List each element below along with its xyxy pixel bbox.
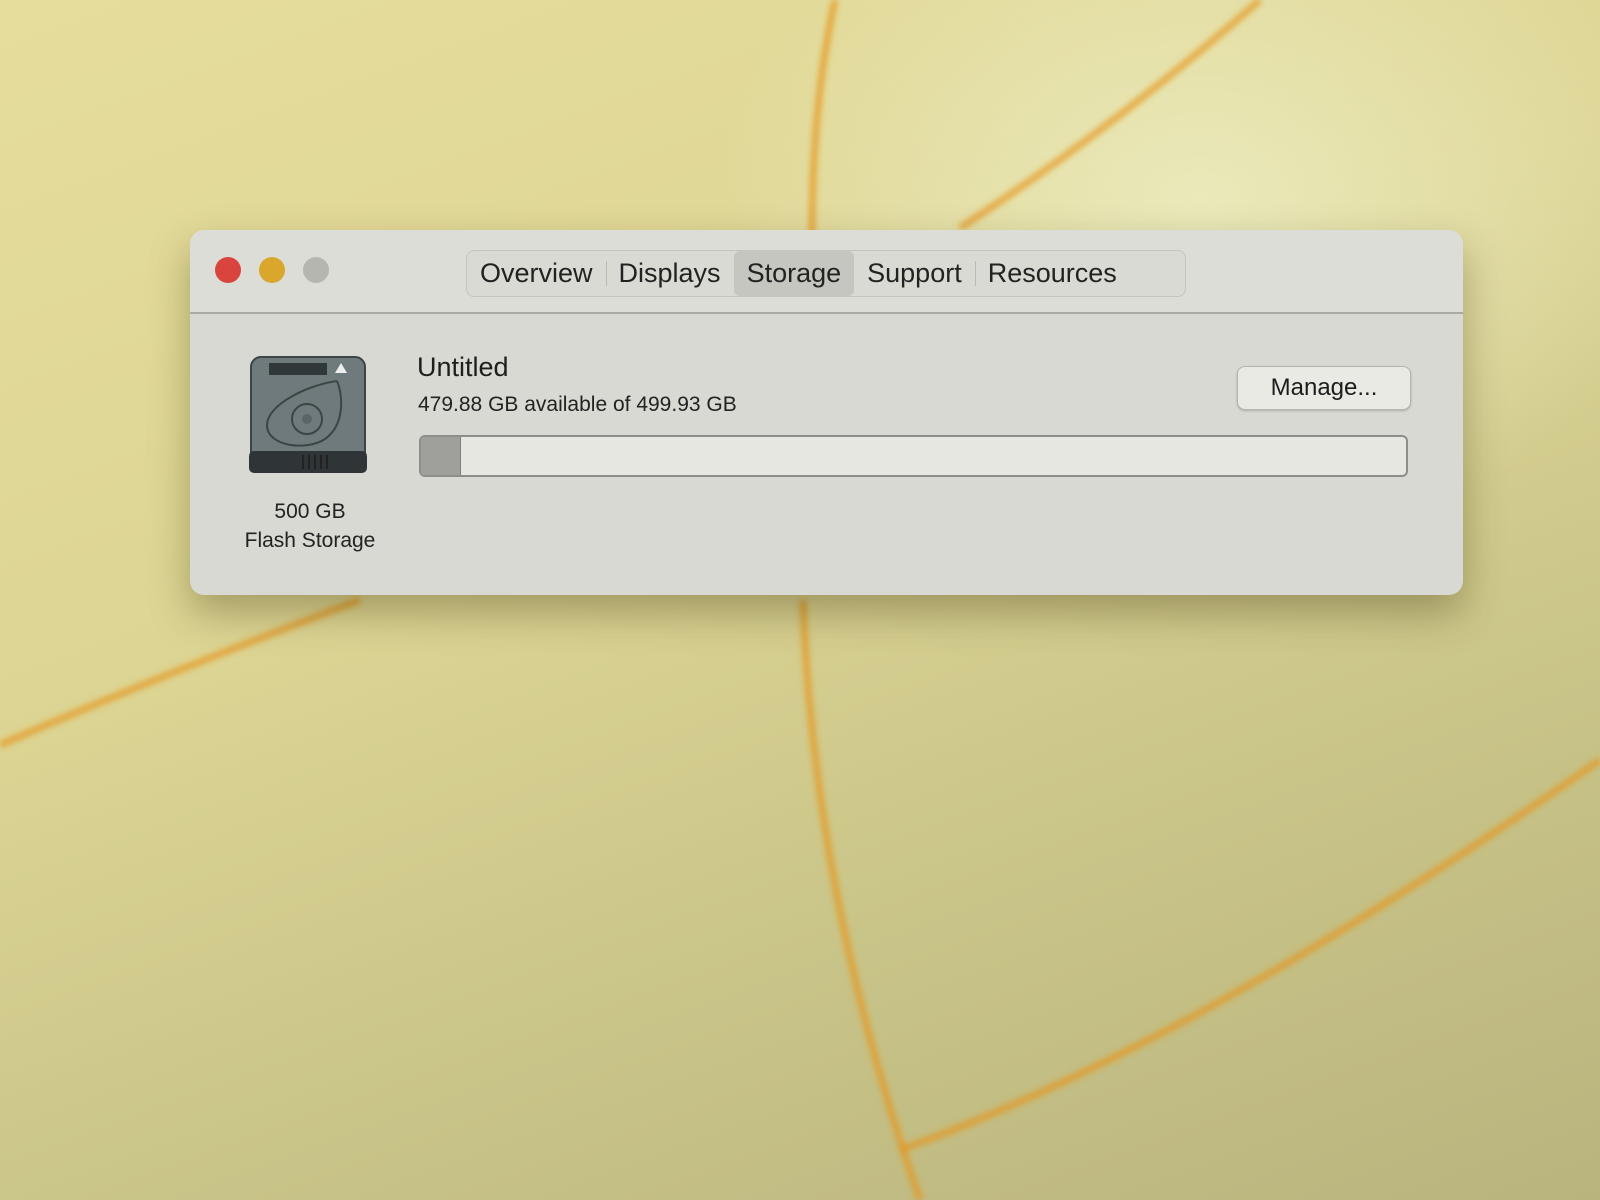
disk-size-label: 500 GB xyxy=(274,500,346,523)
wallpaper-curve xyxy=(808,0,839,236)
zoom-button[interactable] xyxy=(303,257,329,283)
manage-button[interactable]: Manage... xyxy=(1237,366,1411,410)
minimize-button[interactable] xyxy=(259,257,285,283)
tab-displays[interactable]: Displays xyxy=(605,251,734,296)
wallpaper-curve xyxy=(799,599,924,1200)
title-bar: Overview Displays Storage Support Resour… xyxy=(190,230,1463,314)
wallpaper-curve xyxy=(958,0,1263,231)
wallpaper-curve xyxy=(898,757,1600,1154)
about-this-mac-window: Overview Displays Storage Support Resour… xyxy=(190,230,1463,595)
storage-used-segment xyxy=(421,437,462,475)
disk-type-label: Flash Storage xyxy=(244,529,376,552)
tab-bar: Overview Displays Storage Support Resour… xyxy=(466,250,1186,297)
wallpaper-curve xyxy=(0,596,362,749)
availability-text: 479.88 GB available of 499.93 GB xyxy=(418,393,737,416)
wallpaper xyxy=(0,0,1600,1200)
volume-name: Untitled xyxy=(417,352,509,382)
tab-support[interactable]: Support xyxy=(854,251,975,296)
storage-usage-bar xyxy=(419,435,1408,477)
tab-resources[interactable]: Resources xyxy=(974,251,1130,296)
tab-overview[interactable]: Overview xyxy=(467,251,606,296)
tab-storage[interactable]: Storage xyxy=(733,251,855,296)
close-button[interactable] xyxy=(215,257,241,283)
hard-disk-icon xyxy=(249,356,367,473)
